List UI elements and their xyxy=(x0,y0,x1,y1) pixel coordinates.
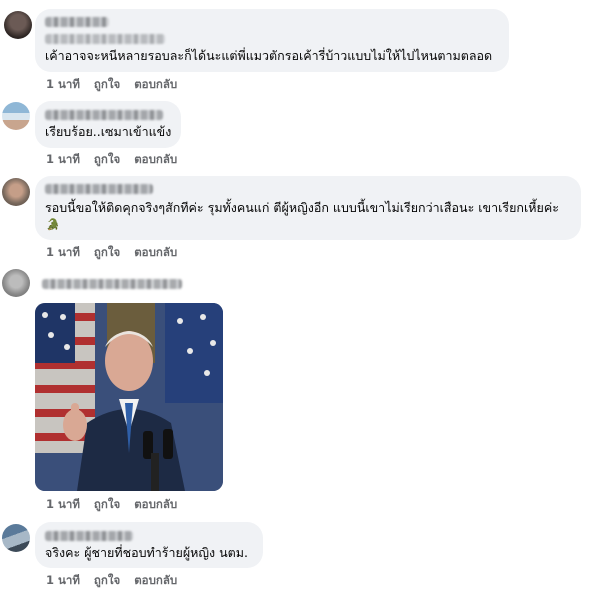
commenter-name-blurred[interactable] xyxy=(45,110,163,120)
like-button[interactable]: ถูกใจ xyxy=(94,496,120,514)
comment-bubble: รอบนี้ขอให้ติดคุกจริงๆสักทีค่ะ รุมทั้งคน… xyxy=(35,176,581,240)
avatar[interactable] xyxy=(2,269,30,297)
photo-illustration xyxy=(35,303,223,491)
comment-text: เรียบร้อย..เซมาเข้าแข้ง xyxy=(45,124,172,139)
reply-button[interactable]: ตอบกลับ xyxy=(134,76,177,94)
commenter-subtitle-blurred xyxy=(45,34,165,44)
comment-bubble: เรียบร้อย..เซมาเข้าแข้ง xyxy=(35,101,181,148)
comment-time[interactable]: 1 นาที xyxy=(46,244,80,262)
comment-time[interactable]: 1 นาที xyxy=(46,572,80,590)
comment-text: เค้าอาจจะหนีหลายรอบละก็ได้นะแต่พี่แมวตัก… xyxy=(45,48,493,63)
crocodile-emoji: 🐊 xyxy=(46,218,60,231)
like-button[interactable]: ถูกใจ xyxy=(94,244,120,262)
commenter-name-blurred[interactable] xyxy=(45,17,109,27)
comment-actions: 1 นาที ถูกใจ ตอบกลับ xyxy=(46,496,191,514)
comment-text: จริงคะ ผู้ชายที่ชอบทำร้ายผู้หญิง นตม. xyxy=(45,545,248,560)
comment-actions: 1 นาที ถูกใจ ตอบกลับ xyxy=(46,244,191,262)
comment-actions: 1 นาที ถูกใจ ตอบกลับ xyxy=(46,151,191,169)
like-button[interactable]: ถูกใจ xyxy=(94,76,120,94)
reply-button[interactable]: ตอบกลับ xyxy=(134,151,177,169)
commenter-name-blurred[interactable] xyxy=(42,279,182,289)
comment-actions: 1 นาที ถูกใจ ตอบกลับ xyxy=(46,572,191,590)
comment-time[interactable]: 1 นาที xyxy=(46,76,80,94)
avatar[interactable] xyxy=(2,524,30,552)
comment-actions: 1 นาที ถูกใจ ตอบกลับ xyxy=(46,76,191,94)
commenter-name-blurred[interactable] xyxy=(45,184,153,194)
like-button[interactable]: ถูกใจ xyxy=(94,572,120,590)
comment-bubble: จริงคะ ผู้ชายที่ชอบทำร้ายผู้หญิง นตม. xyxy=(35,522,263,568)
avatar[interactable] xyxy=(2,102,30,130)
comment-photo[interactable] xyxy=(35,303,223,491)
reply-button[interactable]: ตอบกลับ xyxy=(134,244,177,262)
like-button[interactable]: ถูกใจ xyxy=(94,151,120,169)
comment-text: รอบนี้ขอให้ติดคุกจริงๆสักทีค่ะ รุมทั้งคน… xyxy=(45,200,559,215)
avatar[interactable] xyxy=(2,178,30,206)
comment-time[interactable]: 1 นาที xyxy=(46,151,80,169)
comment-time[interactable]: 1 นาที xyxy=(46,496,80,514)
commenter-name-blurred[interactable] xyxy=(45,531,133,541)
reply-button[interactable]: ตอบกลับ xyxy=(134,496,177,514)
reply-button[interactable]: ตอบกลับ xyxy=(134,572,177,590)
comment-bubble: เค้าอาจจะหนีหลายรอบละก็ได้นะแต่พี่แมวตัก… xyxy=(35,9,509,72)
avatar[interactable] xyxy=(4,11,32,39)
